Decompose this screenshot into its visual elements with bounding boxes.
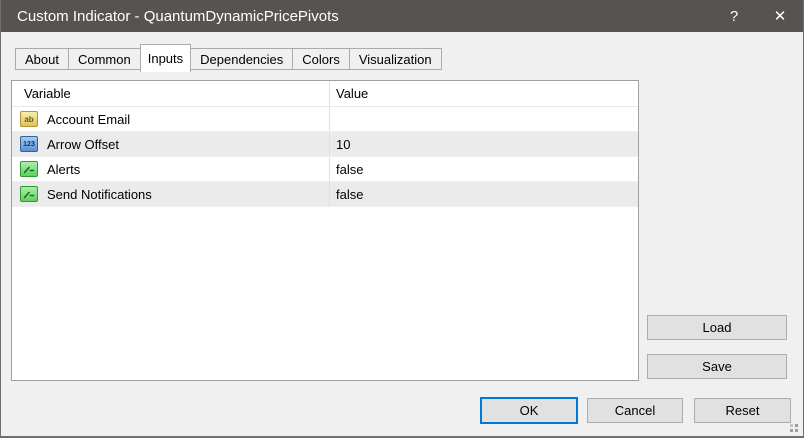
value-cell[interactable]: false [329,182,638,206]
table-row[interactable]: ab Account Email [12,107,638,132]
resize-grip[interactable] [790,424,798,432]
inputs-table: Variable Value ab Account Email 123 Arro… [11,80,639,381]
tab-inputs[interactable]: Inputs [139,44,192,72]
tab-label: Dependencies [200,51,284,67]
help-icon[interactable]: ? [711,0,757,32]
column-header-variable[interactable]: Variable [12,81,329,106]
table-row[interactable]: Alerts false [12,157,638,182]
bool-input-icon [20,161,38,177]
variable-cell: Alerts [12,157,329,181]
tab-visualization[interactable]: Visualization [348,48,442,70]
tab-label: About [25,51,59,67]
window-title: Custom Indicator - QuantumDynamicPricePi… [17,7,339,25]
custom-indicator-dialog: Custom Indicator - QuantumDynamicPricePi… [0,0,804,438]
title-bar-buttons: ? ✕ [711,0,803,32]
value-cell[interactable] [329,107,638,131]
variable-name: Account Email [47,111,131,127]
tab-label: Common [77,51,131,67]
tab-label: Inputs [147,51,184,66]
load-button[interactable]: Load [647,315,787,340]
tab-common[interactable]: Common [67,48,141,70]
table-row[interactable]: 123 Arrow Offset 10 [12,132,638,157]
table-rows: ab Account Email 123 Arrow Offset 10 Ale… [12,107,638,207]
save-button[interactable]: Save [647,354,787,379]
tab-bar: About Common Inputs Dependencies Colors … [15,44,442,72]
tab-label: Visualization [358,51,432,67]
variable-cell: Send Notifications [12,182,329,206]
table-header-row: Variable Value [12,81,638,107]
tab-dependencies[interactable]: Dependencies [190,48,294,70]
table-row[interactable]: Send Notifications false [12,182,638,207]
column-header-value[interactable]: Value [329,81,638,106]
string-input-icon: ab [20,111,38,127]
value-cell[interactable]: false [329,157,638,181]
ok-button[interactable]: OK [480,397,578,424]
number-input-icon: 123 [20,136,38,152]
tab-label: Colors [302,51,340,67]
variable-name: Alerts [47,161,81,177]
variable-name: Send Notifications [47,186,152,202]
reset-button[interactable]: Reset [694,398,791,423]
variable-cell: ab Account Email [12,107,329,131]
bool-input-icon [20,186,38,202]
variable-name: Arrow Offset [47,136,120,152]
close-icon[interactable]: ✕ [757,0,803,32]
variable-cell: 123 Arrow Offset [12,132,329,156]
title-bar: Custom Indicator - QuantumDynamicPricePi… [1,0,803,32]
tab-about[interactable]: About [15,48,69,70]
tab-colors[interactable]: Colors [292,48,350,70]
cancel-button[interactable]: Cancel [587,398,683,423]
value-cell[interactable]: 10 [329,132,638,156]
